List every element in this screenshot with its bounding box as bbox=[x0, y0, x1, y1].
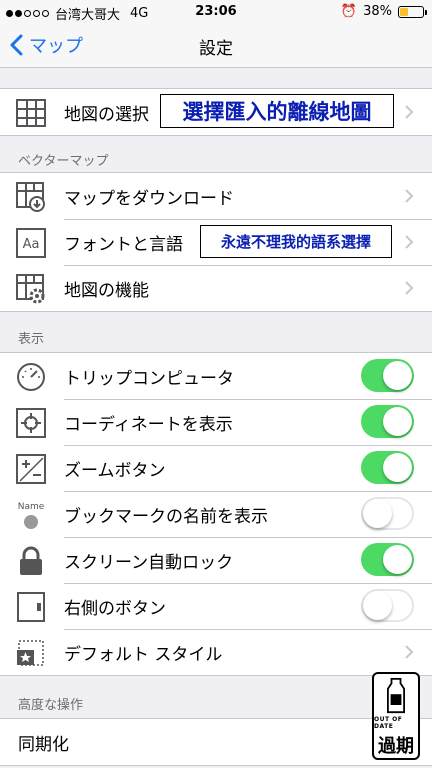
battery-percent: 38% bbox=[363, 4, 392, 19]
chevron-right-icon bbox=[405, 105, 414, 119]
screen-lock-toggle[interactable] bbox=[361, 543, 414, 576]
coordinates-row: コーディネートを表示 bbox=[0, 399, 432, 445]
right-button-toggle[interactable] bbox=[361, 589, 414, 622]
sync-row[interactable]: 同期化 bbox=[0, 719, 432, 765]
section-header-advanced: 高度な操作 bbox=[18, 698, 84, 713]
default-style-label: デフォルト スタイル bbox=[64, 644, 223, 665]
stamp-top-text: OUT OF DATE bbox=[374, 716, 403, 730]
battery-info: ⏰ 38% bbox=[340, 4, 427, 19]
style-star-icon bbox=[14, 636, 48, 670]
map-select-label: 地図の選択 bbox=[64, 104, 149, 125]
trip-computer-toggle[interactable] bbox=[361, 359, 414, 392]
chevron-right-icon bbox=[405, 645, 414, 659]
map-functions-row[interactable]: 地図の機能 bbox=[0, 265, 432, 311]
status-bar: 台湾大哥大 4G 23:06 ⏰ 38% bbox=[0, 0, 432, 24]
chevron-right-icon bbox=[405, 235, 414, 249]
alarm-icon: ⏰ bbox=[340, 4, 358, 19]
zoom-buttons-label: ズームボタン bbox=[64, 460, 166, 481]
map-download-icon bbox=[14, 180, 48, 214]
zoom-buttons-row: ズームボタン bbox=[0, 445, 432, 491]
right-button-label: 右側のボタン bbox=[64, 598, 166, 619]
bookmark-name-icon: Name bbox=[14, 498, 48, 532]
bookmark-names-toggle[interactable] bbox=[361, 497, 414, 530]
advanced-group: 同期化 bbox=[0, 718, 432, 766]
navigation-bar: マップ 設定 bbox=[0, 24, 432, 68]
milk-bottle-icon bbox=[387, 678, 405, 714]
map-settings-icon bbox=[14, 272, 48, 306]
crosshair-icon bbox=[14, 406, 48, 440]
coordinates-toggle[interactable] bbox=[361, 405, 414, 438]
bookmark-name-icon-text: Name bbox=[17, 501, 45, 512]
trip-computer-label: トリップコンピュータ bbox=[64, 368, 234, 389]
section-header-display: 表示 bbox=[18, 332, 45, 347]
download-map-label: マップをダウンロード bbox=[64, 188, 234, 209]
bookmark-names-row: Name ブックマークの名前を表示 bbox=[0, 491, 432, 537]
zoom-buttons-toggle[interactable] bbox=[361, 451, 414, 484]
download-map-row[interactable]: マップをダウンロード bbox=[0, 173, 432, 219]
right-button-row: 右側のボタン bbox=[0, 583, 432, 629]
display-group: トリップコンピュータ コーディネートを表示 ズームボタン Name ブックマーク… bbox=[0, 352, 432, 676]
stamp-main-text: 過期 bbox=[378, 736, 414, 757]
page-title: 設定 bbox=[199, 39, 233, 59]
battery-icon bbox=[398, 5, 427, 18]
map-select-annotation: 選擇匯入的離線地圖 bbox=[160, 94, 394, 128]
out-of-date-stamp: OUT OF DATE 過期 bbox=[372, 672, 420, 760]
font-aa-icon: Aa bbox=[14, 226, 48, 260]
sync-label: 同期化 bbox=[18, 734, 69, 755]
trip-computer-row: トリップコンピュータ bbox=[0, 353, 432, 399]
bookmark-names-label: ブックマークの名前を表示 bbox=[64, 506, 268, 527]
chevron-right-icon bbox=[405, 281, 414, 295]
coordinates-label: コーディネートを表示 bbox=[64, 414, 233, 435]
screen-lock-label: スクリーン自動ロック bbox=[64, 552, 234, 573]
map-functions-label: 地図の機能 bbox=[64, 280, 149, 301]
font-language-label: フォントと言語 bbox=[64, 234, 183, 255]
map-grid-icon bbox=[14, 96, 48, 130]
section-header-vector-map: ベクターマップ bbox=[18, 154, 109, 169]
zoom-plus-minus-icon bbox=[14, 452, 48, 486]
font-language-annotation: 永遠不理我的語系選擇 bbox=[200, 225, 392, 258]
screen-lock-row: スクリーン自動ロック bbox=[0, 537, 432, 583]
svg-text:Aa: Aa bbox=[23, 237, 40, 252]
lock-icon bbox=[14, 544, 48, 578]
default-style-row[interactable]: デフォルト スタイル bbox=[0, 629, 432, 675]
right-panel-icon bbox=[14, 590, 48, 624]
speedometer-icon bbox=[14, 360, 48, 394]
chevron-right-icon bbox=[405, 189, 414, 203]
